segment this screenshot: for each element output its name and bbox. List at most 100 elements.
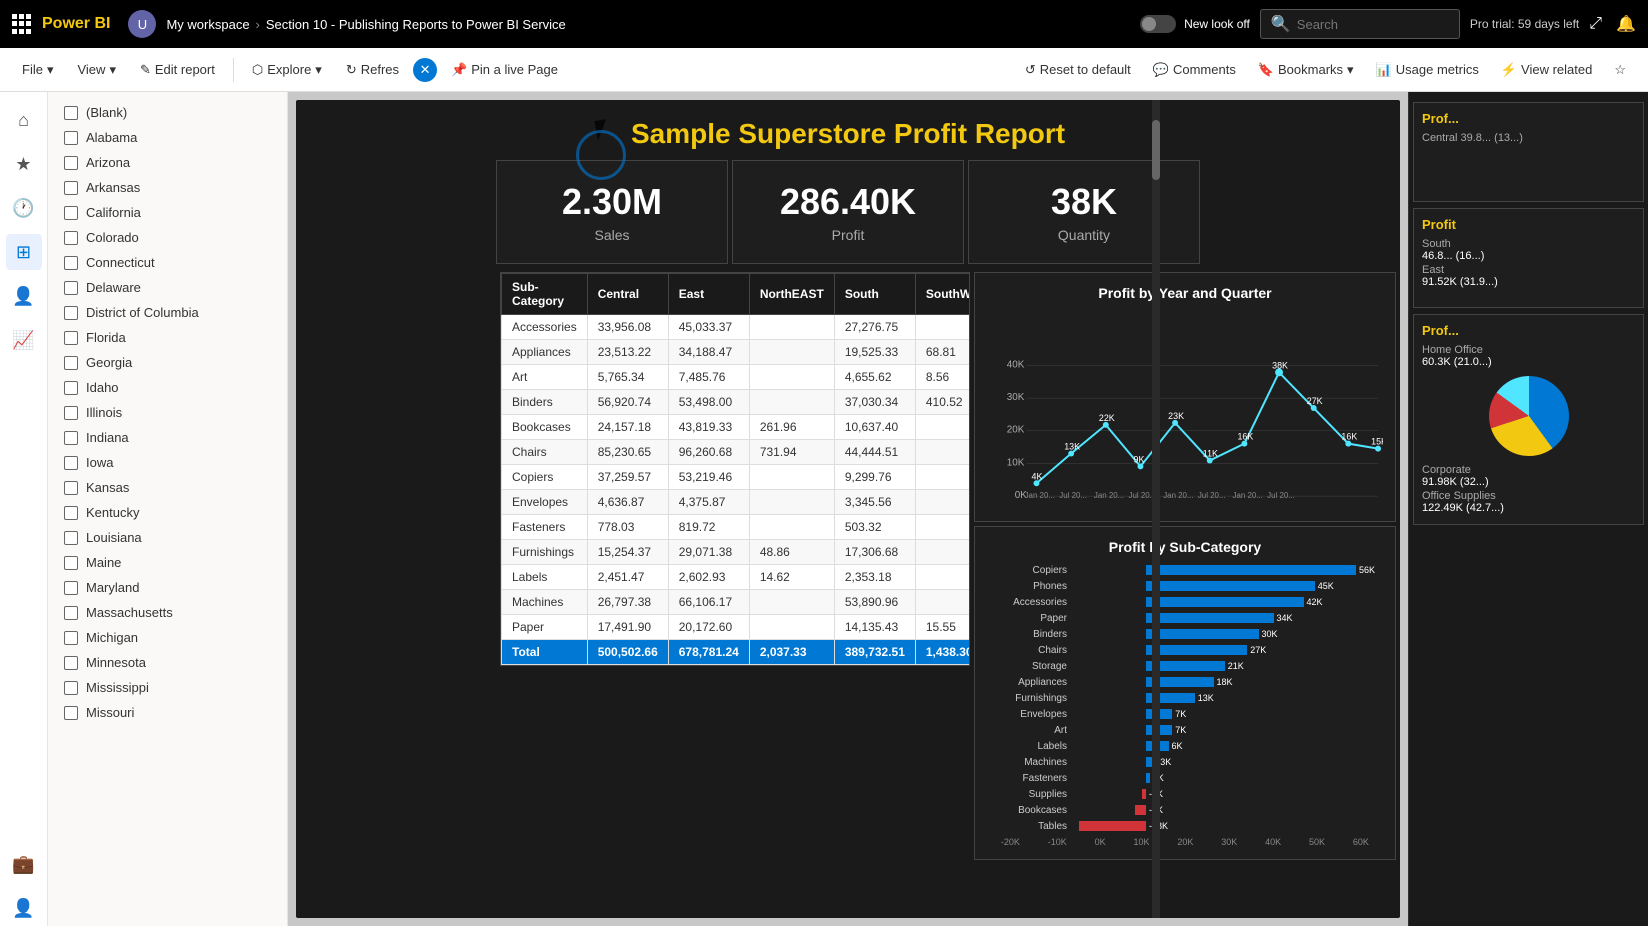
- filter-item[interactable]: Florida: [48, 325, 287, 350]
- filter-item[interactable]: District of Columbia: [48, 300, 287, 325]
- bookmarks-label: Bookmarks: [1278, 62, 1343, 77]
- filter-checkbox[interactable]: [64, 656, 78, 670]
- filter-item[interactable]: Louisiana: [48, 525, 287, 550]
- comments-btn[interactable]: 💬 Comments: [1143, 56, 1246, 84]
- sidebar-workspaces-icon[interactable]: 💼: [6, 846, 42, 882]
- edit-report-btn[interactable]: ✎ Edit report: [130, 56, 225, 84]
- filter-checkbox[interactable]: [64, 556, 78, 570]
- filter-item[interactable]: (Blank): [48, 100, 287, 125]
- filter-checkbox[interactable]: [64, 181, 78, 195]
- reset-btn[interactable]: ↺ Reset to default: [1015, 56, 1141, 84]
- filter-item[interactable]: Illinois: [48, 400, 287, 425]
- table-cell: 20,172.60: [668, 615, 749, 640]
- filter-checkbox[interactable]: [64, 531, 78, 545]
- filter-item[interactable]: Maryland: [48, 575, 287, 600]
- filter-checkbox[interactable]: [64, 256, 78, 270]
- sidebar-apps-icon[interactable]: ⊞: [6, 234, 42, 270]
- filter-item[interactable]: Kentucky: [48, 500, 287, 525]
- filter-checkbox[interactable]: [64, 331, 78, 345]
- filter-checkbox[interactable]: [64, 581, 78, 595]
- filter-item[interactable]: Delaware: [48, 275, 287, 300]
- bar-label: Bookcases: [987, 805, 1067, 816]
- filter-checkbox[interactable]: [64, 131, 78, 145]
- explore-btn[interactable]: ⬡ Explore ▾: [242, 56, 332, 84]
- workspace-link[interactable]: My workspace: [166, 17, 249, 32]
- filter-checkbox[interactable]: [64, 706, 78, 720]
- table-cell: Binders: [502, 390, 588, 415]
- refresh-btn[interactable]: ↻ Refres: [336, 56, 409, 84]
- filter-item[interactable]: Arkansas: [48, 175, 287, 200]
- filter-item[interactable]: Colorado: [48, 225, 287, 250]
- filter-item[interactable]: Massachusetts: [48, 600, 287, 625]
- filter-item[interactable]: Minnesota: [48, 650, 287, 675]
- sidebar-favorites-icon[interactable]: ★: [6, 146, 42, 182]
- waffle-menu-icon[interactable]: [12, 14, 32, 34]
- sidebar-recent-icon[interactable]: 🕐: [6, 190, 42, 226]
- bookmarks-btn[interactable]: 🔖 Bookmarks ▾: [1248, 56, 1364, 84]
- search-bar[interactable]: 🔍: [1260, 9, 1460, 39]
- profit-segment-panel: Prof... Home Office60.3K (21.0...) Corpo…: [1413, 314, 1644, 525]
- filter-item[interactable]: Michigan: [48, 625, 287, 650]
- filter-checkbox[interactable]: [64, 456, 78, 470]
- sidebar-shared-icon[interactable]: 👤: [6, 278, 42, 314]
- vertical-scrollbar[interactable]: [1152, 100, 1160, 918]
- filter-checkbox[interactable]: [64, 631, 78, 645]
- table-header: South: [834, 274, 915, 315]
- bar-value: 30K: [1262, 629, 1278, 639]
- filter-checkbox[interactable]: [64, 156, 78, 170]
- filter-checkbox[interactable]: [64, 281, 78, 295]
- pin-live-btn[interactable]: 📌 Pin a live Page: [441, 56, 568, 84]
- profit-region-panel: Profit South46.8... (16...) East91.52K (…: [1413, 208, 1644, 308]
- filter-item[interactable]: Idaho: [48, 375, 287, 400]
- profit-region-title: Profit: [1422, 217, 1635, 232]
- filter-item[interactable]: Mississippi: [48, 675, 287, 700]
- filter-item[interactable]: Connecticut: [48, 250, 287, 275]
- sidebar-metrics-icon[interactable]: 📈: [6, 322, 42, 358]
- table-cell: 15.55: [915, 615, 970, 640]
- filter-item[interactable]: California: [48, 200, 287, 225]
- filter-item[interactable]: Alabama: [48, 125, 287, 150]
- filter-item[interactable]: Kansas: [48, 475, 287, 500]
- svg-text:9K: 9K: [1134, 454, 1145, 464]
- filter-checkbox[interactable]: [64, 481, 78, 495]
- filter-checkbox[interactable]: [64, 431, 78, 445]
- filter-item[interactable]: Missouri: [48, 700, 287, 725]
- filter-item[interactable]: Georgia: [48, 350, 287, 375]
- usage-metrics-btn[interactable]: 📊 Usage metrics: [1366, 56, 1489, 84]
- svg-text:10K: 10K: [1007, 457, 1025, 468]
- filter-item[interactable]: Iowa: [48, 450, 287, 475]
- filter-item[interactable]: Arizona: [48, 150, 287, 175]
- filter-checkbox[interactable]: [64, 381, 78, 395]
- data-table[interactable]: Sub-CategoryCentralEastNorthEASTSouthSou…: [500, 272, 970, 666]
- filter-checkbox[interactable]: [64, 106, 78, 120]
- user-avatar[interactable]: U: [128, 10, 156, 38]
- filter-checkbox[interactable]: [64, 356, 78, 370]
- sidebar-account-icon[interactable]: 👤: [6, 890, 42, 926]
- view-menu[interactable]: View ▾: [67, 56, 125, 84]
- filter-checkbox[interactable]: [64, 231, 78, 245]
- filter-checkbox[interactable]: [64, 506, 78, 520]
- table-row: Chairs85,230.6596,260.68731.9444,444.511: [502, 440, 971, 465]
- search-input[interactable]: [1297, 17, 1437, 32]
- view-related-btn[interactable]: ⚡ View related: [1491, 56, 1603, 84]
- expand-icon[interactable]: ⤢: [1589, 15, 1602, 33]
- filter-checkbox[interactable]: [64, 306, 78, 320]
- filter-item[interactable]: Maine: [48, 550, 287, 575]
- filter-checkbox[interactable]: [64, 406, 78, 420]
- filter-checkbox[interactable]: [64, 681, 78, 695]
- scrollbar-thumb[interactable]: [1152, 120, 1160, 180]
- table-cell: Copiers: [502, 465, 588, 490]
- table-cell: Fasteners: [502, 515, 588, 540]
- sidebar-home-icon[interactable]: ⌂: [6, 102, 42, 138]
- bar-container: -1K: [1071, 787, 1383, 801]
- section-link[interactable]: Section 10 - Publishing Reports to Power…: [266, 17, 566, 32]
- cancel-btn[interactable]: ✕: [413, 58, 437, 82]
- filter-checkbox[interactable]: [64, 206, 78, 220]
- new-look-toggle[interactable]: New look off: [1140, 15, 1250, 33]
- bar-chart-row: Envelopes7K: [987, 707, 1383, 721]
- file-menu[interactable]: File ▾: [12, 56, 63, 84]
- filter-item[interactable]: Indiana: [48, 425, 287, 450]
- notifications-icon[interactable]: 🔔: [1616, 14, 1636, 34]
- favorite-btn[interactable]: ☆: [1604, 56, 1636, 84]
- filter-checkbox[interactable]: [64, 606, 78, 620]
